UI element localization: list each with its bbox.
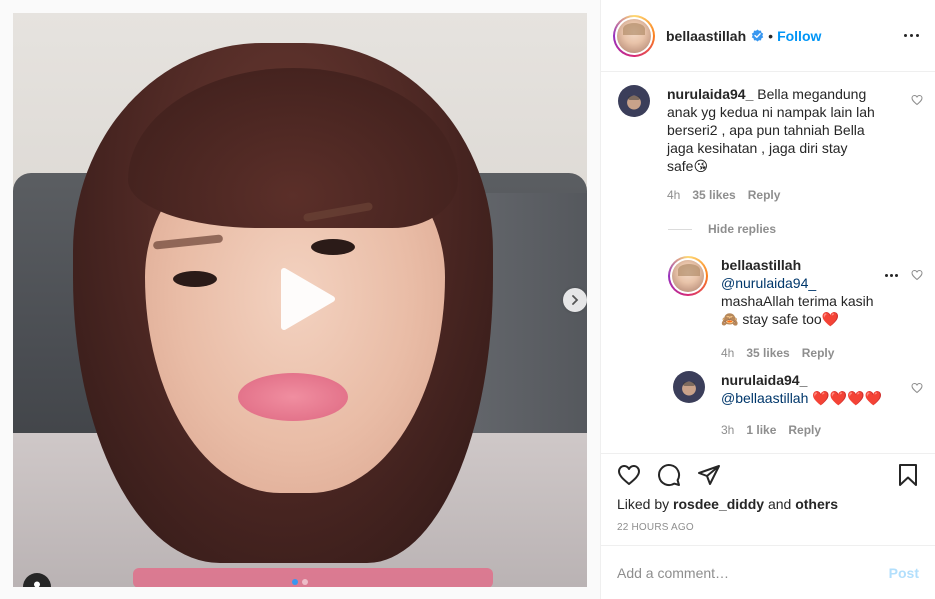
liked-by-user[interactable]: rosdee_diddy xyxy=(673,496,764,512)
reply-more-button[interactable] xyxy=(885,274,898,277)
reply-item: bellaastillah @nurulaida94_ mashaAllah t… xyxy=(668,256,901,328)
comment-time: 4h xyxy=(667,188,681,202)
avatar-ring-inner xyxy=(615,16,653,55)
reply-line: ❤️❤️❤️❤️ xyxy=(808,390,882,406)
comment-line: berseri2 , apa pun tahniah Bella xyxy=(667,122,865,138)
more-dot xyxy=(910,34,913,37)
reply-meta: 3h 1 like Reply xyxy=(721,423,821,437)
reply-mention[interactable]: @bellaastillah xyxy=(721,390,808,406)
reply-line: 🙈 stay safe too❤️ xyxy=(721,311,840,327)
reply-text: bellaastillah @nurulaida94_ mashaAllah t… xyxy=(721,256,901,328)
comment-like-heart-icon[interactable] xyxy=(911,94,923,106)
post-actions: Liked by rosdee_diddy and others 22 HOUR… xyxy=(601,453,935,533)
media-eye-left xyxy=(173,271,217,287)
reply-reply-button[interactable]: Reply xyxy=(802,346,835,360)
author-username[interactable]: bellaastillah xyxy=(666,28,746,44)
reply-like-heart-icon[interactable] xyxy=(911,269,923,281)
author-avatar[interactable] xyxy=(613,14,655,57)
comment-username[interactable]: nurulaida94_ xyxy=(667,86,753,102)
more-dot xyxy=(904,34,907,37)
comment-item: nurulaida94_ Bella megandung anak yg ked… xyxy=(618,85,887,175)
more-dot xyxy=(885,274,888,277)
media-lips xyxy=(238,373,348,421)
comment-reply-button[interactable]: Reply xyxy=(748,188,781,202)
post-media[interactable] xyxy=(13,13,587,587)
next-media-button[interactable] xyxy=(563,288,587,312)
save-bookmark-icon[interactable] xyxy=(896,463,920,487)
user-icon xyxy=(34,581,40,587)
carousel-dot xyxy=(302,579,308,585)
action-icons xyxy=(617,463,721,487)
like-heart-icon[interactable] xyxy=(617,463,641,487)
avatar-image xyxy=(672,260,704,292)
reply-mention[interactable]: @nurulaida94_ xyxy=(721,275,816,291)
follow-button[interactable]: Follow xyxy=(777,28,821,44)
liked-by-text: Liked by rosdee_diddy and others xyxy=(617,496,838,512)
reply-reply-button[interactable]: Reply xyxy=(788,423,821,437)
reply-author-avatar[interactable] xyxy=(673,371,705,403)
comment-line: safe😘 xyxy=(667,158,709,174)
share-paper-plane-icon[interactable] xyxy=(697,463,721,487)
comment-input[interactable] xyxy=(617,564,889,581)
reply-username[interactable]: bellaastillah xyxy=(721,257,801,273)
comment-line: jaga kesihatan , jaga diri stay xyxy=(667,140,848,156)
more-dot xyxy=(916,34,919,37)
reply-username[interactable]: nurulaida94_ xyxy=(721,372,807,388)
reply-like-heart-icon[interactable] xyxy=(911,382,923,394)
hide-replies-label: Hide replies xyxy=(708,222,777,236)
comment-text: nurulaida94_ Bella megandung anak yg ked… xyxy=(667,85,887,175)
media-eye-right xyxy=(311,239,355,255)
more-options-button[interactable] xyxy=(904,34,919,37)
avatar-image xyxy=(617,18,651,53)
reply-likes[interactable]: 35 likes xyxy=(746,346,789,360)
reply-line: mashaAllah terima kasih xyxy=(721,293,874,309)
hide-replies-button[interactable]: Hide replies xyxy=(668,222,776,236)
post-timestamp: 22 HOURS AGO xyxy=(617,522,694,533)
reply-meta: 4h 35 likes Reply xyxy=(721,346,834,360)
comment-line: Bella megandung xyxy=(757,86,867,102)
reply-item: nurulaida94_ @bellaastillah ❤️❤️❤️❤️ xyxy=(673,371,911,407)
liked-by-prefix: Liked by xyxy=(617,496,674,512)
comment-line: anak yg kedua ni nampak lain lah xyxy=(667,104,875,120)
reply-time: 4h xyxy=(721,346,735,360)
reply-author-avatar[interactable] xyxy=(668,256,708,296)
header-separator: • xyxy=(768,27,774,44)
hide-replies-line xyxy=(668,228,692,230)
comments-list[interactable]: nurulaida94_ Bella megandung anak yg ked… xyxy=(601,73,935,453)
more-dot xyxy=(895,274,898,277)
post-comment-button[interactable]: Post xyxy=(889,565,919,581)
post-side-panel: bellaastillah • Follow nurulaida94_ Bell… xyxy=(600,0,935,599)
verified-badge-icon xyxy=(751,29,764,42)
reply-time: 3h xyxy=(721,423,735,437)
play-icon xyxy=(281,268,335,330)
reply-text: nurulaida94_ @bellaastillah ❤️❤️❤️❤️ xyxy=(721,371,911,407)
add-comment-bar: Post xyxy=(601,545,935,599)
liked-by-middle: and xyxy=(764,496,796,512)
comment-meta: 4h 35 likes Reply xyxy=(667,188,780,202)
carousel-dot-active xyxy=(292,579,298,585)
more-dot xyxy=(890,274,893,277)
comment-likes[interactable]: 35 likes xyxy=(692,188,735,202)
play-button[interactable] xyxy=(270,263,342,335)
media-shirt-stripe xyxy=(133,568,493,587)
liked-by-others[interactable]: others xyxy=(795,496,838,512)
carousel-indicator xyxy=(292,579,308,585)
chevron-right-icon xyxy=(572,295,579,305)
post-header: bellaastillah • Follow xyxy=(601,0,935,72)
avatar-ring-inner xyxy=(670,258,706,294)
reply-likes[interactable]: 1 like xyxy=(746,423,776,437)
comment-bubble-icon[interactable] xyxy=(657,463,681,487)
commenter-avatar[interactable] xyxy=(618,85,650,117)
